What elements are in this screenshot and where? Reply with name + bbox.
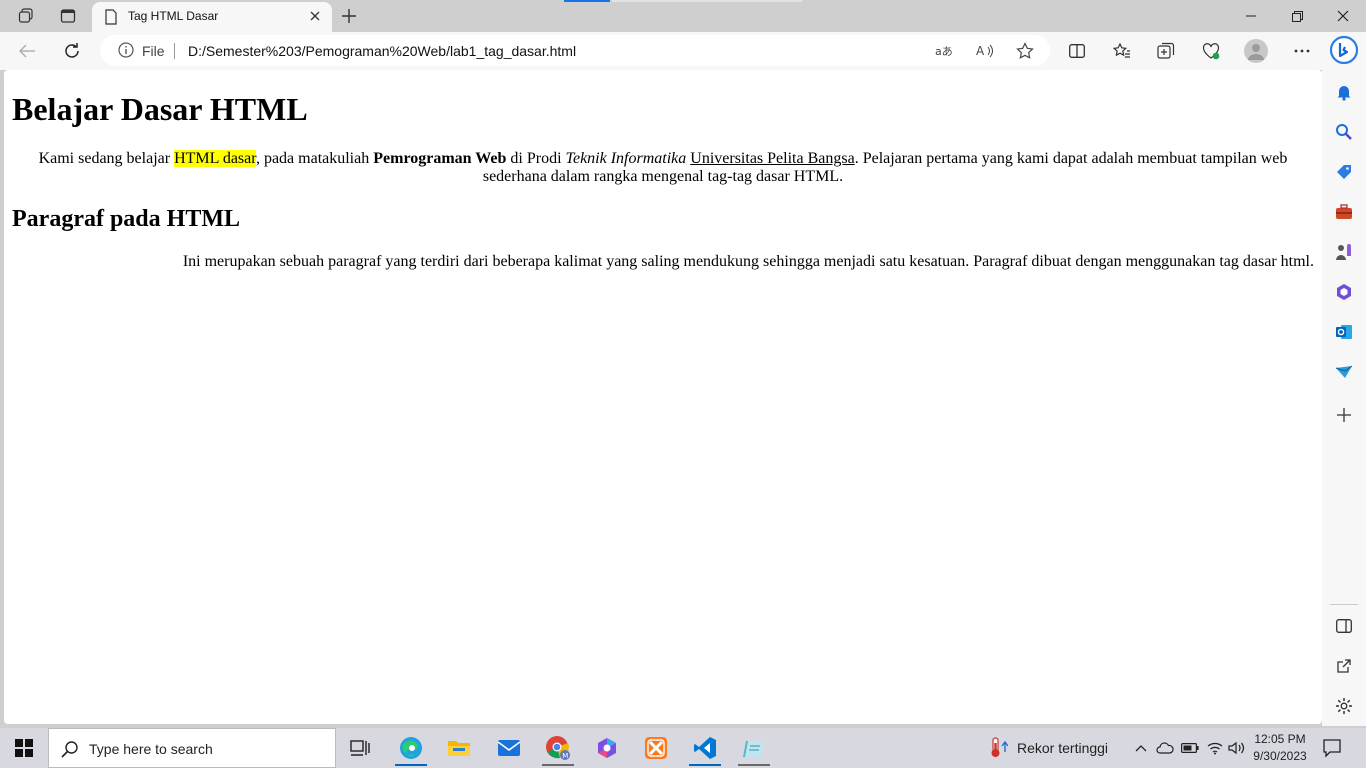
para-text: , pada matakuliah [255, 150, 374, 167]
highlighted-text: HTML dasar [174, 150, 256, 167]
favorite-star-icon[interactable] [1013, 40, 1037, 62]
external-link-icon[interactable] [1332, 654, 1356, 678]
section-heading: Paragraf pada HTML [12, 206, 240, 232]
page-icon [104, 9, 118, 30]
active-app-indicator [689, 764, 721, 766]
tab-actions-icon[interactable] [50, 4, 86, 28]
settings-gear-icon[interactable] [1332, 694, 1356, 718]
task-view-icon[interactable] [338, 730, 382, 766]
search-icon [61, 740, 79, 763]
system-clock[interactable]: 12:05 PM 9/30/2023 [1244, 731, 1316, 765]
tab-strip: Tag HTML Dasar [0, 0, 1366, 32]
url-text[interactable]: D:/Semester%203/Pemograman%20Web/lab1_ta… [188, 43, 576, 59]
weather-widget[interactable]: Rekor tertinggi [986, 736, 1116, 760]
collections-icon[interactable] [1151, 37, 1181, 65]
refresh-icon[interactable] [57, 36, 87, 66]
tools-briefcase-icon[interactable] [1332, 200, 1356, 224]
address-bar[interactable]: File D:/Semester%203/Pemograman%20Web/la… [100, 35, 1050, 66]
bold-text: Pemrograman Web [373, 150, 507, 167]
svg-text:A: A [976, 44, 985, 58]
search-placeholder: Type here to search [89, 741, 213, 757]
right-aligned-paragraph: Ini merupakan sebuah paragraf yang terdi… [182, 253, 1314, 270]
tab-loading-indicator [564, 0, 610, 2]
thermometer-icon [988, 737, 1009, 764]
close-window-icon[interactable] [1320, 0, 1366, 32]
notification-bell-icon[interactable] [1332, 80, 1356, 104]
minimize-icon[interactable] [1228, 0, 1274, 32]
shopping-tag-icon[interactable] [1332, 160, 1356, 184]
games-icon[interactable] [1332, 240, 1356, 264]
windows-taskbar: Type here to search M Rekor tertinggi 12… [0, 728, 1366, 768]
add-sidebar-app-icon[interactable] [1332, 403, 1356, 427]
web-page: Belajar Dasar HTML Kami sedang belajar H… [4, 70, 1322, 724]
close-tab-icon[interactable] [306, 7, 324, 25]
underlined-text: Universitas Pelita Bangsa [690, 150, 855, 167]
restore-icon[interactable] [1274, 0, 1320, 32]
hide-sidebar-icon[interactable] [1332, 614, 1356, 638]
divider [1330, 604, 1358, 605]
intro-paragraph: Kami sedang belajar HTML dasar, pada mat… [12, 150, 1314, 186]
vscode-icon[interactable] [683, 730, 727, 766]
clock-date: 9/30/2023 [1253, 749, 1307, 763]
more-options-icon[interactable] [1287, 37, 1317, 65]
back-icon[interactable] [12, 36, 42, 66]
favorites-icon[interactable] [1107, 37, 1137, 65]
tab-placeholder-indicator [612, 0, 802, 2]
svg-text:aあ: aあ [935, 45, 953, 58]
onedrive-cloud-icon[interactable] [1155, 738, 1175, 758]
xampp-icon[interactable] [634, 730, 678, 766]
scheme-label: File [142, 43, 165, 59]
tab-active[interactable]: Tag HTML Dasar [92, 2, 332, 32]
show-hidden-icons-icon[interactable] [1131, 738, 1151, 758]
mail-icon[interactable] [487, 730, 531, 766]
para-text: Kami sedang belajar [38, 150, 175, 167]
divider [174, 43, 175, 59]
notification-center-icon[interactable] [1322, 738, 1344, 758]
outlook-icon[interactable] [1332, 320, 1356, 344]
file-explorer-icon[interactable] [437, 730, 481, 766]
drop-send-icon[interactable] [1332, 360, 1356, 384]
read-aloud-icon[interactable]: A [973, 40, 997, 62]
italic-text: Teknik Informatika [565, 150, 687, 167]
tab-title: Tag HTML Dasar [128, 9, 219, 23]
microsoft-365-icon[interactable] [1332, 280, 1356, 304]
edge-app-icon[interactable] [389, 730, 433, 766]
running-app-indicator [738, 764, 770, 766]
taskbar-search-box[interactable]: Type here to search [48, 728, 336, 768]
chrome-icon[interactable]: M [536, 730, 580, 766]
new-tab-icon[interactable] [336, 4, 362, 28]
weather-text: Rekor tertinggi [1017, 740, 1109, 756]
split-screen-icon[interactable] [1062, 37, 1092, 65]
active-app-indicator [395, 764, 427, 766]
search-icon[interactable] [1332, 120, 1356, 144]
windows-start-icon[interactable] [8, 736, 40, 760]
info-icon[interactable] [118, 42, 134, 63]
svg-text:M: M [562, 752, 568, 760]
wifi-icon[interactable] [1205, 738, 1225, 758]
bing-copilot-icon[interactable] [1328, 34, 1360, 66]
para-text: di Prodi [506, 150, 566, 167]
edge-sidebar [1322, 70, 1366, 726]
copilot-app-icon[interactable] [585, 730, 629, 766]
profile-avatar[interactable] [1244, 39, 1268, 63]
read-aloud-translate-icon[interactable]: aあ [932, 40, 956, 62]
page-heading: Belajar Dasar HTML [12, 91, 308, 127]
browser-toolbar: File D:/Semester%203/Pemograman%20Web/la… [0, 32, 1366, 70]
notepad-app-icon[interactable] [732, 730, 776, 766]
browser-essentials-icon[interactable] [1196, 37, 1226, 65]
workspaces-icon[interactable] [8, 4, 44, 28]
clock-time: 12:05 PM [1254, 732, 1306, 746]
battery-icon[interactable] [1180, 738, 1200, 758]
running-app-indicator [542, 764, 574, 766]
